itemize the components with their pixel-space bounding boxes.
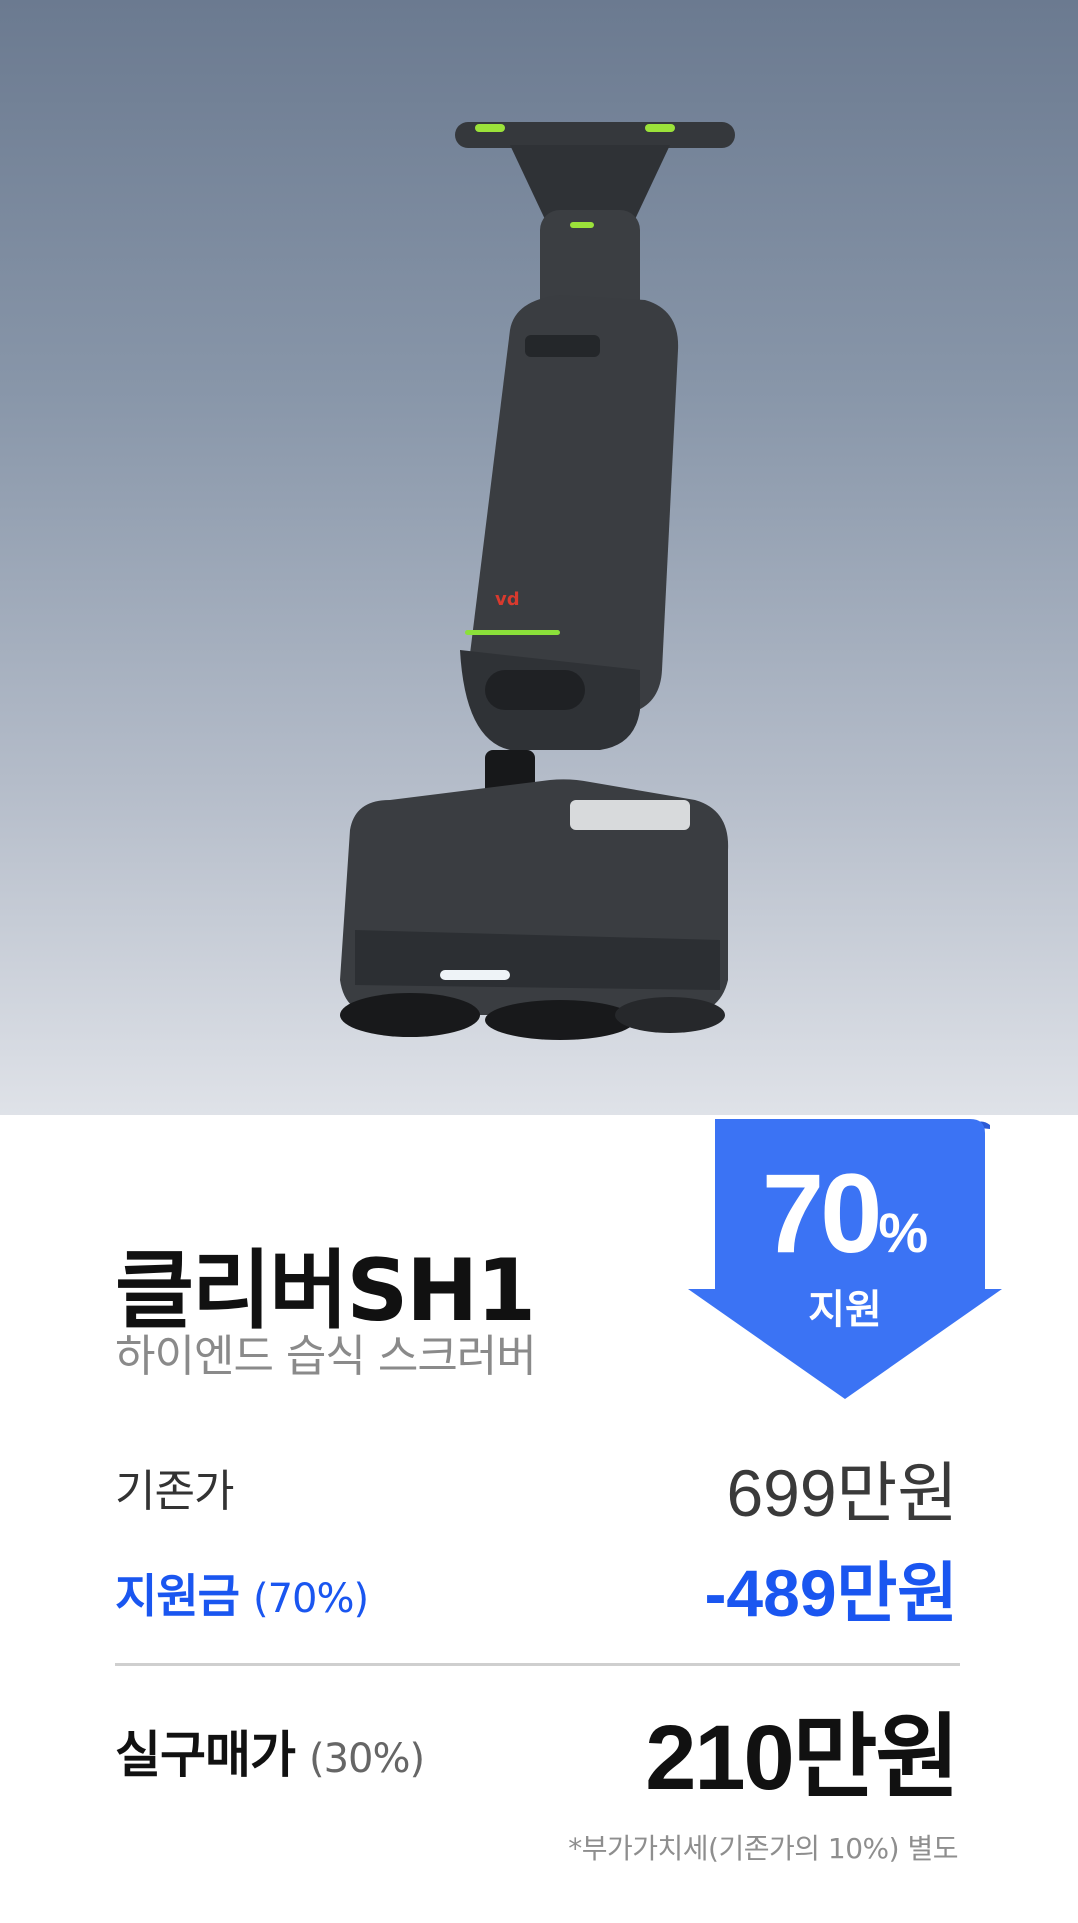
final-price-value: 210만원 — [645, 1707, 960, 1809]
final-price-label: 실구매가 — [115, 1726, 296, 1784]
final-price-percent: (30%) — [309, 1736, 425, 1782]
vat-note: *부가가치세(기존가의 10%) 별도 — [568, 1832, 958, 1865]
svg-text:vd: vd — [495, 589, 520, 610]
subsidy-label-row: 지원금 (70%) — [115, 1560, 369, 1626]
subsidy-value: -489만원 — [704, 1556, 958, 1630]
discount-percent-value: 70 — [761, 1151, 883, 1276]
subsidy-label: 지원금 — [115, 1569, 240, 1623]
product-hero: vd — [0, 0, 1078, 1115]
discount-percent-sign: % — [878, 1201, 929, 1264]
original-price-label: 기존가 — [115, 1466, 234, 1517]
product-subtitle: 하이엔드 습식 스크러버 — [115, 1331, 537, 1382]
original-price-value: 699만원 — [726, 1456, 958, 1530]
price-divider — [115, 1663, 960, 1666]
product-info-panel: 클리버SH1 하이엔드 습식 스크러버 70% 지원 기존가 699만원 지원금… — [0, 1115, 1078, 1923]
discount-badge: 70% 지원 — [680, 1099, 1010, 1409]
floor-scrubber-image: vd — [340, 122, 735, 1040]
discount-badge-label: 지원 — [808, 1287, 882, 1333]
discount-percent: 70% — [680, 1149, 1010, 1278]
subsidy-percent: (70%) — [252, 1576, 369, 1622]
final-price-label-row: 실구매가 (30%) — [115, 1715, 425, 1787]
